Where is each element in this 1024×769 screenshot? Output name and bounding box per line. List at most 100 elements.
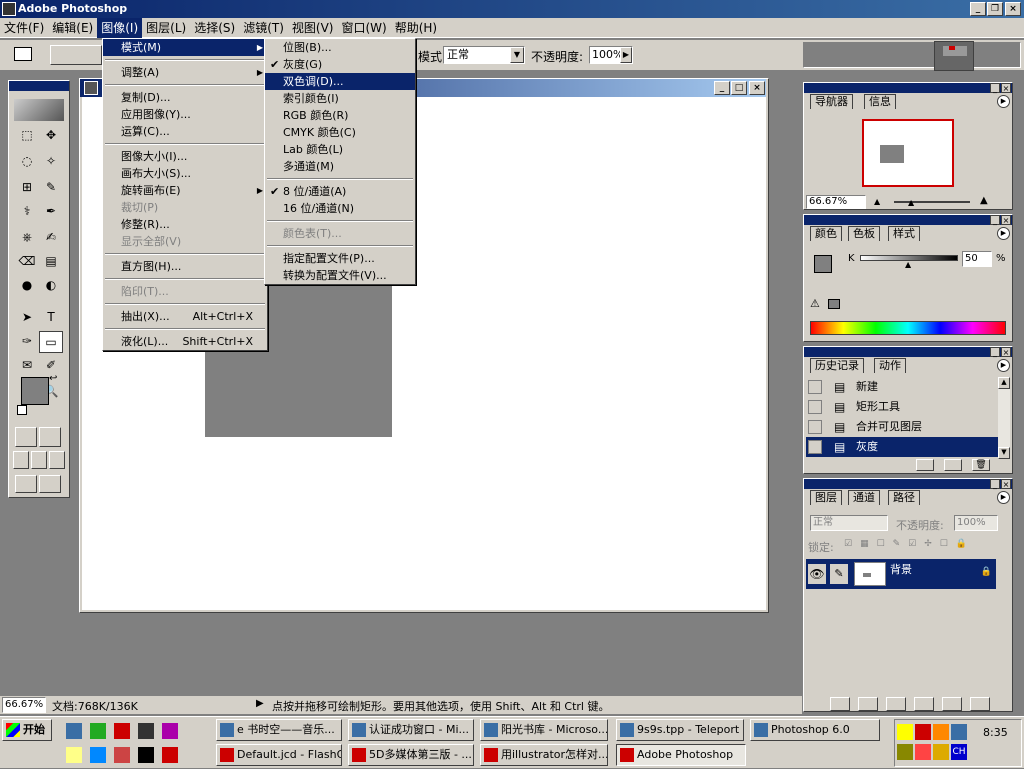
panel-close-button[interactable]: ×: [1001, 83, 1011, 93]
palette-well[interactable]: [803, 41, 1021, 71]
minimize-button[interactable]: _: [970, 2, 986, 16]
status-zoom[interactable]: 66.67%: [2, 697, 46, 713]
zoom-in-icon[interactable]: ▲: [980, 195, 1002, 207]
media-quicklaunch-icon[interactable]: [66, 747, 82, 763]
standard-mode-button[interactable]: [15, 427, 37, 447]
gamut-warning-icon[interactable]: ⚠: [810, 297, 820, 310]
panel-menu-button[interactable]: ▶: [997, 227, 1010, 240]
rect-tool-preset-icon[interactable]: [14, 47, 32, 61]
doc-minimize-button[interactable]: _: [714, 81, 730, 95]
mode_menu-item[interactable]: CMYK 颜色(C): [265, 124, 415, 141]
gamut-color-swatch[interactable]: [828, 299, 840, 309]
panel-close-button[interactable]: ×: [1001, 215, 1011, 225]
image_menu-item[interactable]: 模式(M) ▶: [103, 39, 267, 56]
panel-close-button[interactable]: ×: [1001, 479, 1011, 489]
menu-8[interactable]: 帮助(H): [391, 18, 441, 38]
layer-row-background[interactable]: 👁 ✎ 背景 🔒: [806, 559, 996, 589]
task-button[interactable]: Photoshop 6.0: [750, 719, 880, 741]
trash-icon[interactable]: 🗑: [972, 459, 990, 471]
tray-icon[interactable]: [933, 744, 949, 760]
navigator-zoom-input[interactable]: 66.67%: [806, 195, 866, 209]
tab-info[interactable]: 信息: [864, 94, 896, 109]
flashget-quicklaunch-icon[interactable]: [90, 747, 106, 763]
screen-mode-full-button[interactable]: [49, 451, 65, 469]
trash-icon[interactable]: [970, 697, 990, 711]
new-layer-icon[interactable]: [942, 697, 962, 711]
marquee-tool[interactable]: ⬚: [15, 125, 39, 147]
tab-styles[interactable]: 样式: [888, 226, 920, 241]
magic-wand-tool[interactable]: ✧: [39, 151, 63, 173]
tab-color[interactable]: 颜色: [810, 226, 842, 241]
panel-minimize-button[interactable]: _: [990, 479, 1000, 489]
adobe-online-logo[interactable]: [14, 99, 64, 121]
tab-swatches[interactable]: 色板: [848, 226, 880, 241]
mode_menu-item[interactable]: 双色调(D)...: [265, 73, 415, 90]
doc-maximize-button[interactable]: □: [731, 81, 747, 95]
menu-1[interactable]: 编辑(E): [48, 18, 97, 38]
dodge-tool[interactable]: ◐: [39, 275, 63, 297]
mode_menu-item[interactable]: 8 位/通道(A) ✔: [265, 183, 415, 200]
notes-tool[interactable]: ✉: [15, 355, 39, 377]
image_menu-item[interactable]: 抽出(X)... Alt+Ctrl+X: [103, 308, 267, 325]
navigator-thumbnail[interactable]: [862, 119, 954, 187]
task-button[interactable]: 9s9s.tpp - Teleport ...: [616, 719, 744, 741]
task-button[interactable]: 阳光书库 - Microso...: [480, 719, 608, 741]
tray-icon[interactable]: [915, 744, 931, 760]
history-item[interactable]: ▤ 新建: [806, 377, 998, 397]
language-indicator[interactable]: CH: [951, 744, 967, 760]
menu-4[interactable]: 选择(S): [190, 18, 239, 38]
tray-icon[interactable]: [897, 724, 913, 740]
default-colors-icon[interactable]: [17, 405, 27, 415]
mode_menu-item[interactable]: 多通道(M): [265, 158, 415, 175]
healing-tool[interactable]: ⚕: [15, 201, 39, 223]
swap-colors-icon[interactable]: ↩: [49, 373, 57, 384]
pen-tool[interactable]: ✑: [15, 331, 39, 353]
task-button[interactable]: 用illustrator怎样对...: [480, 744, 608, 766]
mode_menu-item[interactable]: 位图(B)...: [265, 39, 415, 56]
panel-menu-button[interactable]: ▶: [997, 359, 1010, 372]
mode_menu-item[interactable]: 指定配置文件(P)...: [265, 250, 415, 267]
history-scrollbar[interactable]: ▲ ▼: [998, 377, 1010, 459]
panel-minimize-button[interactable]: _: [990, 83, 1000, 93]
image_menu-item[interactable]: 调整(A) ▶: [103, 64, 267, 81]
lasso-tool[interactable]: ◌: [15, 151, 39, 173]
tray-icon[interactable]: [951, 724, 967, 740]
panel-minimize-button[interactable]: _: [990, 215, 1000, 225]
tab-layers[interactable]: 图层: [810, 490, 842, 505]
sound-quicklaunch-icon[interactable]: [138, 747, 154, 763]
tray-icon[interactable]: [933, 724, 949, 740]
mode_menu-item[interactable]: 灰度(G) ✔: [265, 56, 415, 73]
image_menu-item[interactable]: 运算(C)...: [103, 123, 267, 140]
start-button[interactable]: 开始: [2, 719, 52, 741]
jump-to-imageready-button[interactable]: [15, 475, 37, 493]
image_menu-item[interactable]: 液化(L)... Shift+Ctrl+X: [103, 333, 267, 350]
stamp-tool[interactable]: ⎈: [15, 227, 39, 249]
task-button[interactable]: 认证成功窗口 - Mi...: [348, 719, 474, 741]
tray-icon[interactable]: [915, 724, 931, 740]
task-button[interactable]: Default.jcd - FlashGet: [216, 744, 342, 766]
eraser-tool[interactable]: ⌫: [15, 251, 39, 273]
adjustment-layer-icon[interactable]: [914, 697, 934, 711]
gradient-tool[interactable]: ▤: [39, 251, 63, 273]
image_menu-item[interactable]: 应用图像(Y)...: [103, 106, 267, 123]
tab-paths[interactable]: 路径: [888, 490, 920, 505]
blend-mode-select[interactable]: 正常 ▼: [443, 46, 525, 64]
mode_menu-item[interactable]: Lab 颜色(L): [265, 141, 415, 158]
path-select-tool[interactable]: ➤: [15, 307, 39, 329]
layer-opacity-input[interactable]: 100%: [954, 515, 998, 531]
image_menu-item[interactable]: 复制(D)...: [103, 89, 267, 106]
color-fg-swatch[interactable]: [814, 255, 832, 273]
foreground-color-swatch[interactable]: [21, 377, 49, 405]
mode_menu-item[interactable]: 索引颜色(I): [265, 90, 415, 107]
panel-close-button[interactable]: ×: [1001, 347, 1011, 357]
panel-menu-button[interactable]: ▶: [997, 491, 1010, 504]
zoom-out-icon[interactable]: ▲: [874, 197, 888, 207]
doc-close-button[interactable]: ×: [749, 81, 765, 95]
history-item[interactable]: ▤ 灰度: [806, 437, 998, 457]
tray-icon[interactable]: [897, 744, 913, 760]
menu-2[interactable]: 图像(I): [97, 18, 143, 38]
image_menu-item[interactable]: 旋转画布(E) ▶: [103, 182, 267, 199]
menu-7[interactable]: 窗口(W): [337, 18, 390, 38]
brush-icon[interactable]: ✎: [830, 564, 848, 584]
history-item[interactable]: ▤ 合并可见图层: [806, 417, 998, 437]
